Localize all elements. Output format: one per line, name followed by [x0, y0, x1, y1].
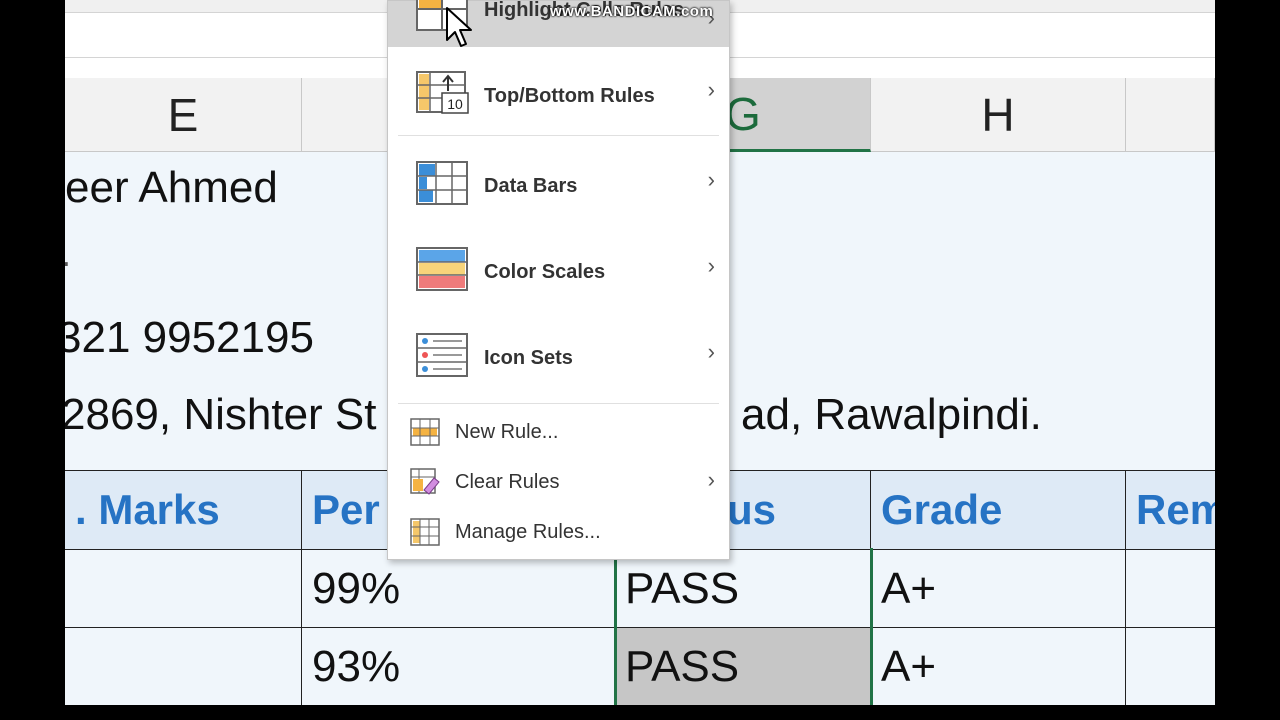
color-scales-icon	[416, 247, 468, 291]
menu-separator	[398, 135, 719, 136]
cell-status-selected[interactable]: PASS	[615, 628, 871, 705]
cell-remarks[interactable]	[1126, 628, 1215, 705]
mouse-cursor-icon	[446, 7, 472, 47]
menu-separator	[398, 403, 719, 404]
menu-item-label: Clear Rules	[455, 471, 560, 493]
cell-address-right[interactable]: ad, Rawalpindi.	[741, 393, 1042, 437]
menu-item-label: Color Scales	[484, 261, 606, 283]
chevron-right-icon: ›	[707, 167, 715, 192]
icon-sets-icon	[416, 333, 468, 377]
cell-grade[interactable]: A+	[871, 550, 1126, 627]
menu-item-data-bars[interactable]: Data Bars ›	[388, 151, 729, 223]
header-marks[interactable]: . Marks	[65, 471, 302, 549]
cell-percentage[interactable]: 99%	[302, 550, 615, 627]
cell-phone[interactable]: 321 9952195	[65, 316, 314, 360]
cell-status[interactable]: PASS	[615, 550, 871, 627]
chevron-right-icon: ›	[707, 77, 715, 102]
column-header-i[interactable]	[1126, 78, 1215, 152]
top-bottom-icon-number: 10	[447, 96, 463, 112]
menu-item-icon-sets[interactable]: Icon Sets ›	[388, 323, 729, 395]
menu-item-new-rule[interactable]: New Rule...	[388, 411, 729, 453]
menu-item-label: New Rule...	[455, 421, 559, 443]
manage-rules-icon	[410, 518, 440, 546]
table-row: 99% PASS A+	[65, 550, 1215, 628]
menu-item-color-scales[interactable]: Color Scales ›	[388, 237, 729, 309]
cell-remarks[interactable]	[1126, 550, 1215, 627]
menu-item-clear-rules[interactable]: Clear Rules ›	[388, 461, 729, 503]
menu-item-label: Top/Bottom Rules	[484, 85, 655, 107]
conditional-formatting-menu: Highlight Cells Rules › 10 Top/Bottom Ru…	[387, 0, 730, 560]
column-header-e[interactable]: E	[65, 78, 302, 152]
selection-border-right	[870, 548, 873, 705]
cell-grade[interactable]: A+	[871, 628, 1126, 705]
cell-address-left[interactable]: 2869, Nishter St	[65, 393, 377, 437]
cell-name[interactable]: eer Ahmed	[65, 166, 278, 210]
cell-percentage[interactable]: 93%	[302, 628, 615, 705]
new-rule-icon	[410, 418, 440, 446]
menu-item-manage-rules[interactable]: Manage Rules...	[388, 511, 729, 553]
menu-item-label: Icon Sets	[484, 347, 573, 369]
column-header-h[interactable]: H	[871, 78, 1126, 152]
table-row: 93% PASS A+	[65, 628, 1215, 705]
menu-item-label: Manage Rules...	[455, 521, 601, 543]
cell-dot[interactable]: .	[65, 236, 71, 272]
selection-border-left	[614, 548, 617, 705]
header-grade[interactable]: Grade	[871, 471, 1126, 549]
header-remarks[interactable]: Rem	[1126, 471, 1215, 549]
top-bottom-icon: 10	[416, 71, 469, 114]
menu-item-label: Data Bars	[484, 175, 578, 197]
cell-marks[interactable]	[65, 628, 302, 705]
chevron-right-icon: ›	[707, 339, 715, 364]
menu-item-top-bottom-rules[interactable]: 10 Top/Bottom Rules ›	[388, 63, 729, 133]
chevron-right-icon: ›	[707, 253, 715, 278]
data-bars-icon	[416, 161, 468, 205]
chevron-right-icon: ›	[707, 467, 715, 492]
cell-marks[interactable]	[65, 550, 302, 627]
recording-watermark: www.BANDICAM.com	[550, 3, 714, 20]
clear-rules-icon	[410, 468, 440, 495]
